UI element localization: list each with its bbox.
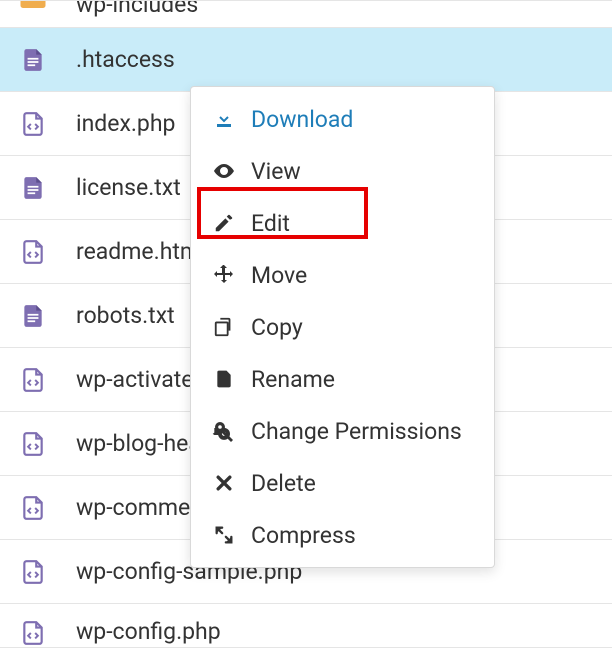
menu-label: Delete [251, 470, 316, 497]
file-name: robots.txt [76, 302, 175, 329]
move-icon [211, 262, 237, 288]
folder-icon [18, 0, 48, 13]
file-name: index.php [76, 110, 175, 137]
menu-move[interactable]: Move [191, 249, 494, 301]
code-file-icon [18, 237, 48, 267]
menu-label: Edit [251, 210, 290, 237]
menu-rename[interactable]: Rename [191, 353, 494, 405]
file-name: .htaccess [76, 46, 175, 73]
file-row[interactable]: .htaccess [0, 28, 612, 92]
file-icon [211, 366, 237, 392]
code-file-icon [18, 429, 48, 459]
download-icon [211, 106, 237, 132]
code-file-icon [18, 493, 48, 523]
menu-label: Copy [251, 314, 303, 341]
menu-download[interactable]: Download [191, 93, 494, 145]
file-row[interactable]: wp-includes [0, 0, 612, 28]
file-name: wp-includes [76, 0, 198, 18]
eye-icon [211, 158, 237, 184]
key-icon [211, 418, 237, 444]
context-menu: Download View Edit Move Copy Rename Chan… [190, 86, 495, 568]
menu-label: Download [251, 106, 353, 133]
document-icon [18, 301, 48, 331]
compress-icon [211, 522, 237, 548]
document-icon [18, 45, 48, 75]
menu-edit[interactable]: Edit [191, 197, 494, 249]
menu-label: Rename [251, 366, 335, 393]
code-file-icon [18, 365, 48, 395]
menu-delete[interactable]: Delete [191, 457, 494, 509]
pencil-icon [211, 210, 237, 236]
menu-compress[interactable]: Compress [191, 509, 494, 561]
menu-label: Compress [251, 522, 356, 549]
file-name: wp-config.php [76, 618, 221, 645]
menu-copy[interactable]: Copy [191, 301, 494, 353]
code-file-icon [18, 557, 48, 587]
menu-label: View [251, 158, 301, 185]
menu-view[interactable]: View [191, 145, 494, 197]
file-row[interactable]: wp-config.php [0, 604, 612, 648]
menu-permissions[interactable]: Change Permissions [191, 405, 494, 457]
document-icon [18, 173, 48, 203]
menu-label: Change Permissions [251, 418, 462, 445]
file-name: readme.html [76, 238, 206, 265]
code-file-icon [18, 109, 48, 139]
copy-icon [211, 314, 237, 340]
delete-icon [211, 470, 237, 496]
file-name: license.txt [76, 174, 181, 201]
code-file-icon [18, 618, 48, 648]
menu-label: Move [251, 262, 307, 289]
